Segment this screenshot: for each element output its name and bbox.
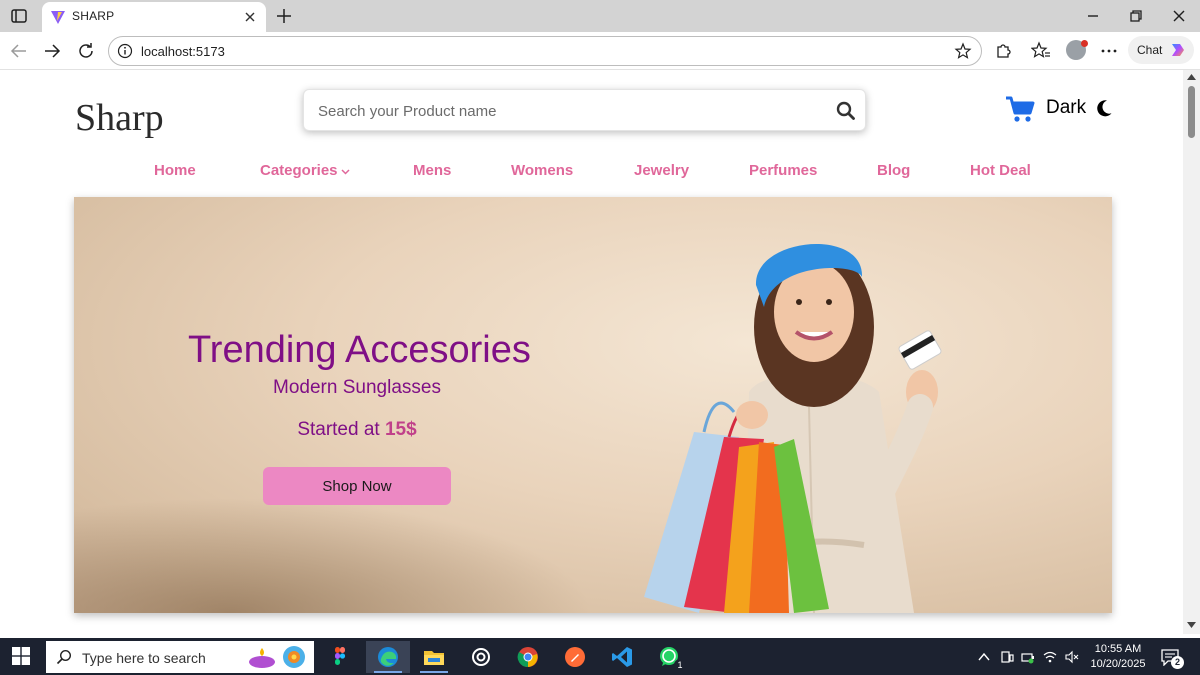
hero-banner: Trending Accesories Modern Sunglasses St…	[74, 197, 1112, 613]
nav-hot-deal[interactable]: Hot Deal	[970, 162, 1031, 179]
star-icon[interactable]	[954, 42, 972, 60]
diwali-decoration-icon	[249, 646, 305, 668]
restore-icon[interactable]	[1127, 7, 1145, 25]
nav-blog[interactable]: Blog	[877, 162, 910, 179]
taskbar-app[interactable]	[366, 641, 410, 673]
taskbar-app[interactable]	[412, 641, 456, 673]
chevron-down-icon	[341, 169, 350, 175]
info-icon[interactable]	[117, 43, 133, 59]
active-app-indicator	[420, 671, 448, 673]
browser-toolbar: localhost:5173 Chat	[0, 32, 1200, 70]
tab-actions-icon[interactable]	[10, 7, 28, 25]
taskbar-search[interactable]: Type here to search	[46, 641, 314, 673]
nav-categories[interactable]: Categories	[260, 162, 350, 179]
moon-icon	[1096, 100, 1112, 117]
refresh-icon[interactable]	[76, 41, 96, 61]
wifi-icon[interactable]	[1043, 650, 1057, 664]
forward-icon[interactable]	[42, 41, 62, 61]
extensions-icon[interactable]	[993, 41, 1013, 61]
hero-background-shade	[74, 497, 594, 613]
chat-label: Chat	[1137, 43, 1163, 57]
nav-perfumes[interactable]: Perfumes	[749, 162, 817, 179]
dark-mode-label: Dark	[1046, 97, 1087, 118]
taskbar-search-text: Type here to search	[82, 650, 206, 666]
nav-mens[interactable]: Mens	[413, 162, 451, 179]
search-input[interactable]	[318, 100, 818, 122]
whatsapp-badge: 1	[674, 659, 686, 671]
hero-subtitle: Modern Sunglasses	[273, 377, 441, 398]
taskbar-app[interactable]: 1	[647, 641, 691, 673]
figma-icon	[335, 647, 346, 665]
taskbar-app[interactable]	[600, 641, 644, 673]
url-text[interactable]: localhost:5173	[141, 44, 225, 59]
cart-icon[interactable]	[1005, 95, 1035, 123]
back-icon[interactable]	[9, 41, 29, 61]
taskbar-app[interactable]	[553, 641, 597, 673]
postman-icon	[565, 647, 585, 667]
browser-tab-bar: SHARP	[0, 0, 1200, 32]
scroll-down-arrow-icon[interactable]	[1187, 622, 1196, 628]
dark-mode-toggle[interactable]: Dark	[1046, 97, 1113, 121]
scroll-up-arrow-icon[interactable]	[1187, 74, 1196, 80]
favorites-icon[interactable]	[1031, 41, 1051, 61]
search-icon[interactable]	[836, 101, 855, 120]
chevron-up-icon[interactable]	[977, 650, 991, 664]
nav-categories-label: Categories	[260, 162, 338, 179]
close-window-icon[interactable]	[1170, 7, 1188, 25]
hero-title: Trending Accesories	[188, 329, 531, 371]
search-icon	[56, 649, 72, 665]
nav-jewelry[interactable]: Jewelry	[634, 162, 689, 179]
vite-favicon-icon	[51, 11, 65, 24]
address-bar[interactable]: localhost:5173	[108, 36, 982, 66]
scrollbar-thumb[interactable]	[1188, 86, 1195, 138]
shop-now-button[interactable]: Shop Now	[263, 467, 451, 505]
main-nav: Home Categories Mens Womens Jewelry Perf…	[0, 162, 1183, 182]
volume-muted-icon[interactable]	[1065, 650, 1079, 664]
tab-title: SHARP	[72, 9, 115, 23]
site-logo[interactable]: Sharp	[75, 96, 164, 140]
plus-icon[interactable]	[275, 7, 293, 25]
taskbar-clock[interactable]: 10:55 AM 10/20/2025	[1086, 642, 1150, 672]
page-viewport: Sharp Dark Home Categories Mens Womens J…	[0, 70, 1183, 634]
windows-start-icon[interactable]	[12, 647, 30, 665]
more-icon[interactable]	[1099, 41, 1119, 61]
clock-time: 10:55 AM	[1094, 643, 1142, 655]
taskbar-app[interactable]	[506, 641, 550, 673]
device-icon[interactable]	[1000, 650, 1014, 664]
windows-taskbar: Type here to search 1 10:55 AM 10/20/202…	[0, 638, 1200, 675]
browser-tab[interactable]: SHARP	[42, 2, 266, 32]
copilot-chat-button[interactable]: Chat	[1128, 36, 1194, 64]
product-search	[303, 89, 866, 131]
close-icon[interactable]	[242, 9, 258, 25]
copilot-icon	[1172, 44, 1184, 56]
vscode-icon	[612, 647, 632, 667]
chrome-icon	[517, 647, 538, 668]
hero-model-image	[644, 243, 942, 613]
profile-notification-dot	[1081, 40, 1088, 47]
nav-womens[interactable]: Womens	[511, 162, 573, 179]
minimize-icon[interactable]	[1084, 7, 1102, 25]
page-scrollbar[interactable]	[1183, 70, 1200, 634]
taskbar-app[interactable]	[459, 641, 503, 673]
hero-price: 15$	[384, 419, 417, 440]
active-app-indicator	[374, 671, 402, 673]
hero-price-prefix: Started at	[297, 419, 385, 440]
battery-icon[interactable]	[1021, 650, 1035, 664]
chatgpt-icon	[472, 648, 490, 666]
taskbar-app[interactable]	[318, 641, 362, 673]
nav-home[interactable]: Home	[154, 162, 196, 179]
file-explorer-icon	[424, 651, 444, 665]
notification-count-badge: 2	[1171, 656, 1184, 669]
edge-icon	[378, 647, 398, 667]
hero-price-line: Started at 15$	[74, 419, 640, 441]
clock-date: 10/20/2025	[1090, 658, 1146, 670]
